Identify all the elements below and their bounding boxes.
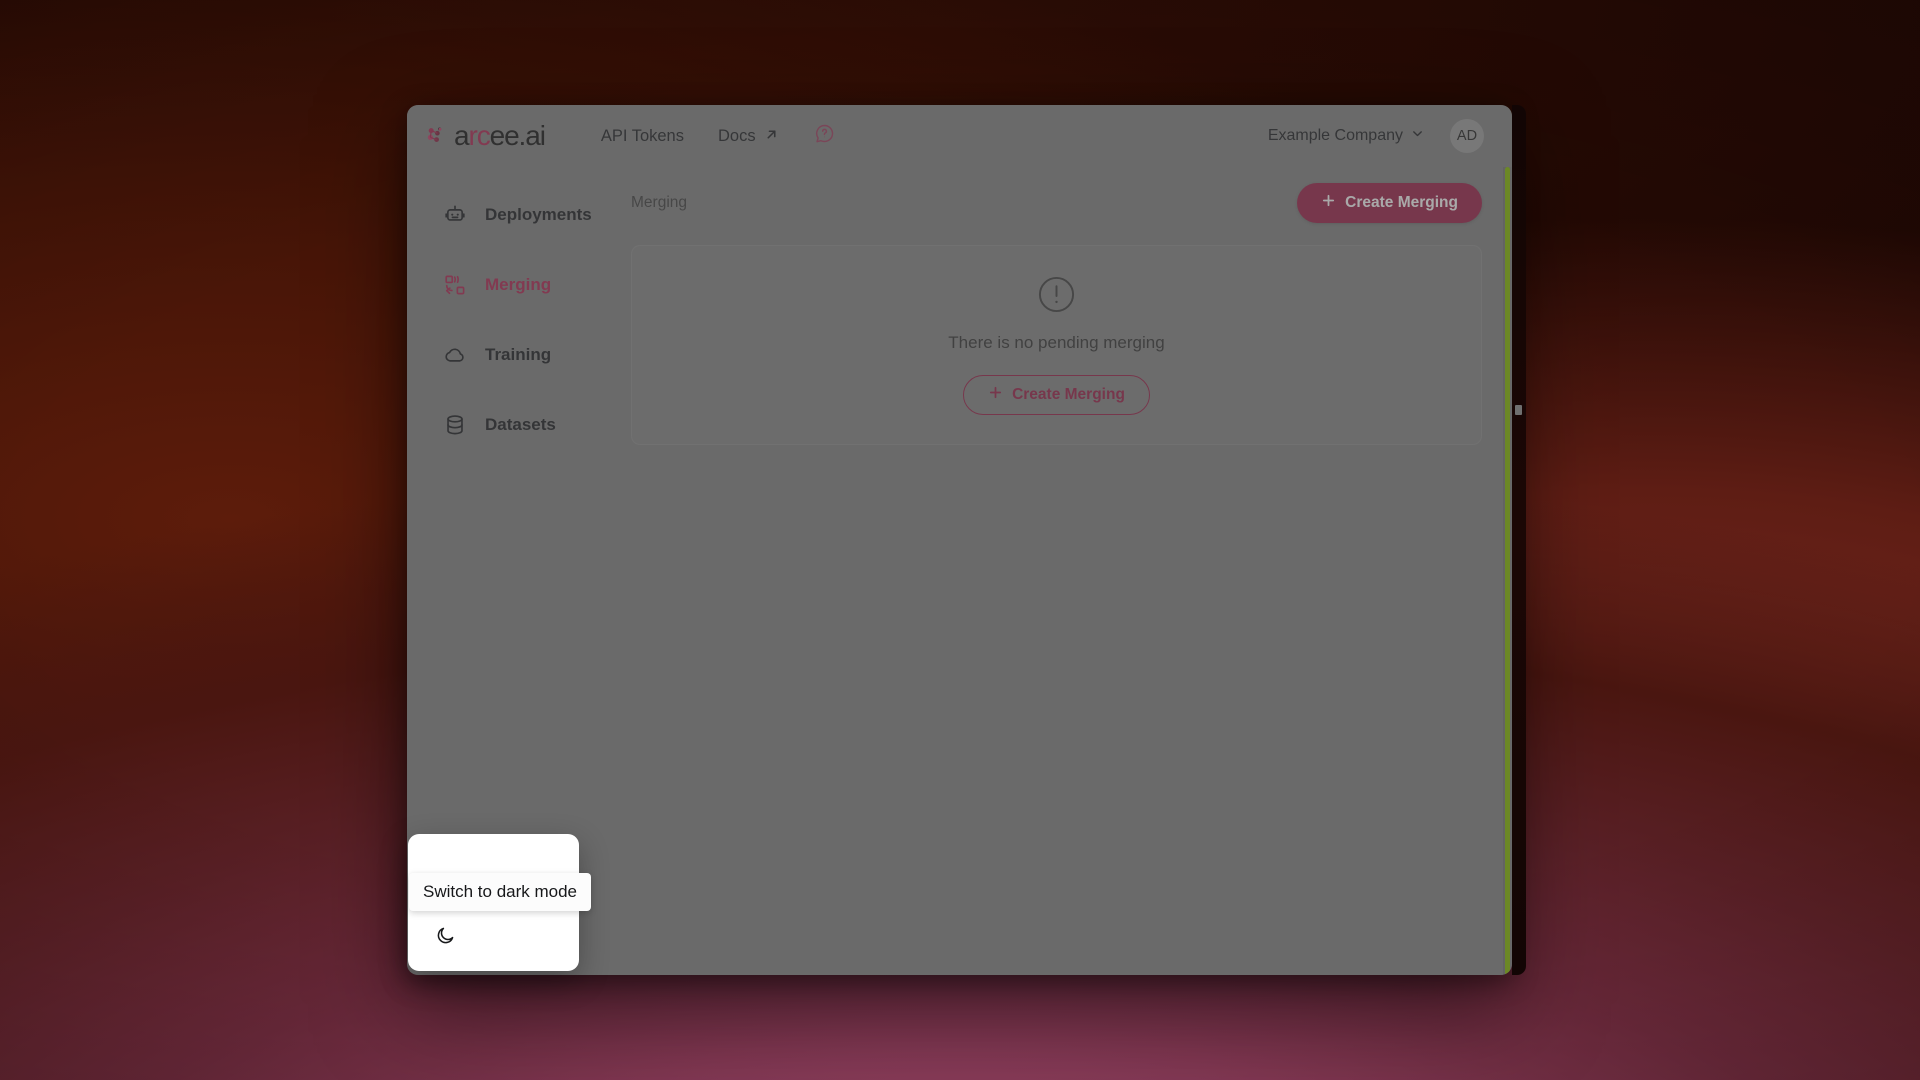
avatar-initials: AD [1456,128,1478,144]
rail-marker [1515,405,1522,415]
scrollbar-thumb[interactable] [1505,167,1510,975]
create-merging-button-secondary[interactable]: Create Merging [963,375,1150,415]
dark-mode-tooltip: Switch to dark mode [409,873,592,911]
alert-circle-icon [1037,275,1076,319]
create-merging-button-primary[interactable]: Create Merging [1297,183,1482,223]
sidebar-item-training-label: Training [485,345,552,364]
window-right-rail [1512,105,1526,975]
sidebar-item-deployments[interactable]: Deployments [407,193,607,237]
sidebar-item-datasets-label: Datasets [485,415,556,434]
breadcrumb: Merging [631,194,687,211]
sidebar-item-deployments-label: Deployments [485,205,592,224]
plus-icon [1321,193,1336,213]
brand-logo-text: arcee.ai [454,120,546,151]
dark-mode-tooltip-label: Switch to dark mode [423,882,578,901]
bot-icon [444,204,466,226]
nav-docs-label: Docs [718,126,756,145]
company-name: Example Company [1267,127,1403,144]
company-switcher[interactable]: Example Company [1268,127,1424,145]
cloud-icon [444,344,466,366]
arcee-cluster-icon [425,125,447,147]
merge-icon [444,274,466,296]
avatar[interactable]: AD [1450,119,1484,153]
help-button[interactable] [814,123,835,149]
top-bar: arcee.ai API Tokens Docs Example Company… [407,105,1512,167]
brand-logo[interactable]: arcee.ai [425,120,546,152]
chevron-down-icon [1411,127,1424,145]
main-header: Merging Create Merging [607,167,1512,239]
sidebar-nav: Deployments Merging Training Datasets [407,167,607,473]
sidebar-item-training[interactable]: Training [407,333,607,377]
nav-api-tokens-label: API Tokens [600,126,684,145]
message-circle-question-icon [814,123,835,149]
top-nav: API Tokens Docs [601,123,835,149]
sidebar-item-datasets[interactable]: Datasets [407,403,607,447]
create-merging-primary-label: Create Merging [1345,194,1458,211]
nav-api-tokens[interactable]: API Tokens [601,127,684,146]
vertical-scrollbar[interactable] [1503,167,1512,975]
database-icon [444,414,466,436]
nav-docs[interactable]: Docs [718,127,778,146]
create-merging-secondary-label: Create Merging [1012,386,1125,403]
plus-icon [988,385,1003,405]
sidebar-item-merging[interactable]: Merging [407,263,607,307]
main-content: Merging Create Merging There is no pendi… [607,167,1512,975]
sidebar-item-merging-label: Merging [485,275,552,294]
empty-state-message: There is no pending merging [948,333,1165,352]
moon-icon[interactable] [430,920,460,950]
merging-empty-card: There is no pending merging Create Mergi… [631,245,1482,445]
external-link-icon [765,127,778,146]
